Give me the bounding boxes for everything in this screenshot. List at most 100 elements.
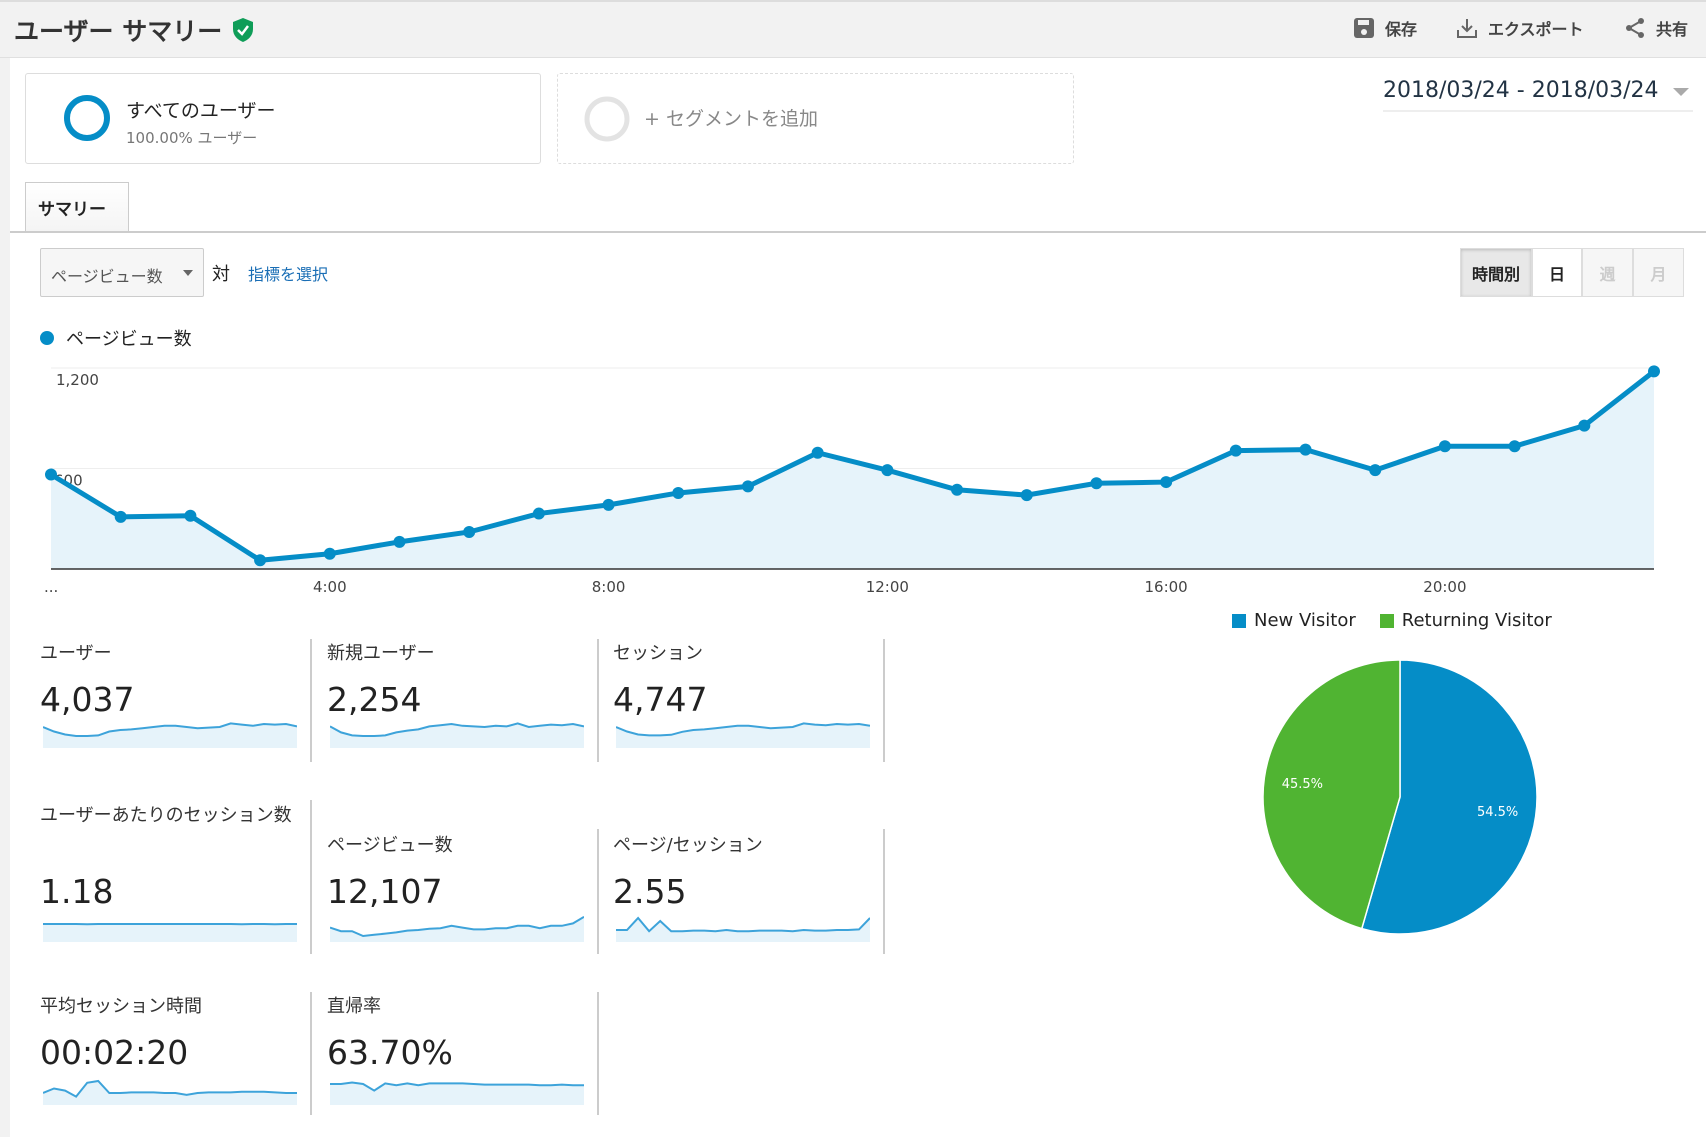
tab-summary[interactable]: サマリー	[25, 182, 129, 232]
metric-sparkline	[330, 1081, 584, 1105]
share-icon	[1626, 18, 1644, 38]
data-point[interactable]	[114, 510, 127, 523]
legend-dot-icon	[40, 331, 54, 345]
legend-label: ページビュー数	[66, 329, 192, 350]
metric-value: 4,747	[613, 680, 708, 719]
data-point[interactable]	[1578, 419, 1591, 432]
metric-divider	[597, 829, 599, 954]
data-point[interactable]	[1090, 477, 1103, 490]
date-range-picker[interactable]: 2018/03/24 - 2018/03/24	[1383, 78, 1693, 112]
metric-value: 63.70%	[327, 1033, 453, 1072]
metric-sparkline	[43, 1079, 297, 1105]
data-point[interactable]	[672, 486, 685, 499]
data-point[interactable]	[1508, 440, 1521, 453]
data-point[interactable]	[881, 464, 894, 477]
data-point[interactable]	[1299, 443, 1312, 456]
metric-sparkline	[616, 916, 870, 942]
data-point[interactable]	[1438, 440, 1451, 453]
granularity-group: 時間別 日 週 月	[1460, 248, 1684, 297]
metric-divider	[883, 829, 885, 954]
metric-value: 1.18	[40, 872, 114, 911]
pageviews-chart: 1,200600... 4:00 8:00 12:00 16:00 20:00	[44, 365, 1660, 596]
versus-label: 対	[212, 264, 230, 285]
metric-divider	[883, 639, 885, 762]
data-point[interactable]	[1020, 489, 1033, 502]
share-label: 共有	[1656, 20, 1689, 39]
metric-label: ページビュー数	[327, 835, 453, 856]
metric-divider	[310, 800, 312, 954]
data-point[interactable]	[811, 446, 824, 459]
segment-donut-icon	[64, 95, 110, 141]
shield-check-icon	[233, 18, 254, 42]
metric-value: 00:02:20	[40, 1033, 189, 1072]
save-label: 保存	[1385, 20, 1418, 39]
legend-returning-visitor: Returning Visitor	[1379, 610, 1552, 631]
metric-divider	[597, 992, 599, 1115]
x-tick-label: 20:00	[1423, 578, 1466, 596]
granularity-day[interactable]: 日	[1532, 248, 1582, 297]
data-point[interactable]	[532, 507, 545, 520]
data-point[interactable]	[951, 483, 964, 496]
data-point[interactable]	[463, 525, 476, 538]
metric-sparkline	[43, 923, 297, 942]
choose-metric-link[interactable]: 指標を選択	[248, 261, 328, 285]
metric-label: ユーザーあたりのセッション数	[40, 805, 292, 826]
data-point[interactable]	[602, 498, 615, 511]
save-button[interactable]: 保存	[1353, 16, 1417, 40]
data-point[interactable]	[1648, 365, 1660, 378]
metric-label: 平均セッション時間	[40, 996, 202, 1017]
page-title: ユーザー サマリー	[14, 12, 254, 48]
segment-name: すべてのユーザー	[126, 100, 276, 122]
metric-divider	[597, 639, 599, 762]
legend-new-visitor: New Visitor	[1232, 610, 1356, 631]
metric-label: 直帰率	[327, 996, 381, 1017]
segment-share: 100.00% ユーザー	[126, 129, 258, 147]
pie-legend: New Visitor Returning Visitor	[1232, 610, 1552, 631]
metric-label: セッション	[613, 643, 703, 664]
metric-label: 新規ユーザー	[327, 643, 435, 664]
y-tick-label: 1,200	[56, 371, 99, 389]
metric-sparkline	[330, 915, 584, 942]
metric-value: 2,254	[327, 680, 422, 719]
data-point[interactable]	[254, 554, 267, 567]
data-point[interactable]	[741, 480, 754, 493]
granularity-month[interactable]: 月	[1633, 248, 1684, 297]
pie-slice-label: 54.5%	[1477, 805, 1518, 820]
x-tick-label: 12:00	[866, 578, 909, 596]
chevron-down-icon	[183, 270, 193, 281]
metric-label: ユーザー	[40, 643, 112, 664]
data-point[interactable]	[323, 547, 336, 560]
data-point[interactable]	[184, 509, 197, 522]
pie-slice-label: 45.5%	[1282, 777, 1323, 792]
chart-legend: ページビュー数	[40, 325, 192, 351]
sparkline-fill	[330, 916, 584, 942]
metric-label: ページ/セッション	[613, 835, 763, 856]
metric-value: 4,037	[40, 680, 135, 719]
tab-label: サマリー	[38, 200, 106, 220]
share-button[interactable]: 共有	[1624, 16, 1688, 40]
data-point[interactable]	[45, 468, 57, 481]
chevron-down-icon	[1673, 88, 1689, 104]
export-button[interactable]: エクスポート	[1456, 16, 1584, 40]
empty-donut-icon	[584, 96, 630, 142]
add-segment-label: + セグメントを追加	[644, 108, 818, 130]
export-label: エクスポート	[1488, 20, 1584, 39]
data-point[interactable]	[393, 535, 406, 548]
segment-all-users[interactable]: すべてのユーザー 100.00% ユーザー	[25, 73, 541, 164]
x-tick-label: 4:00	[313, 578, 347, 596]
metric-sparkline	[616, 722, 870, 748]
area-fill	[51, 371, 1654, 569]
report-header	[0, 0, 1706, 58]
data-point[interactable]	[1229, 444, 1242, 457]
legend-swatch-icon	[1232, 613, 1246, 628]
data-point[interactable]	[1369, 464, 1382, 477]
sparkline-fill	[43, 924, 297, 942]
metric-dropdown[interactable]: ページビュー数	[40, 248, 204, 297]
granularity-week[interactable]: 週	[1582, 248, 1633, 297]
granularity-hourly[interactable]: 時間別	[1460, 248, 1532, 297]
legend-swatch-icon	[1379, 613, 1394, 628]
data-point[interactable]	[1160, 476, 1173, 489]
metric-sparkline	[43, 722, 297, 748]
metric-value: 12,107	[327, 872, 443, 911]
add-segment-button[interactable]: + セグメントを追加	[557, 73, 1074, 164]
